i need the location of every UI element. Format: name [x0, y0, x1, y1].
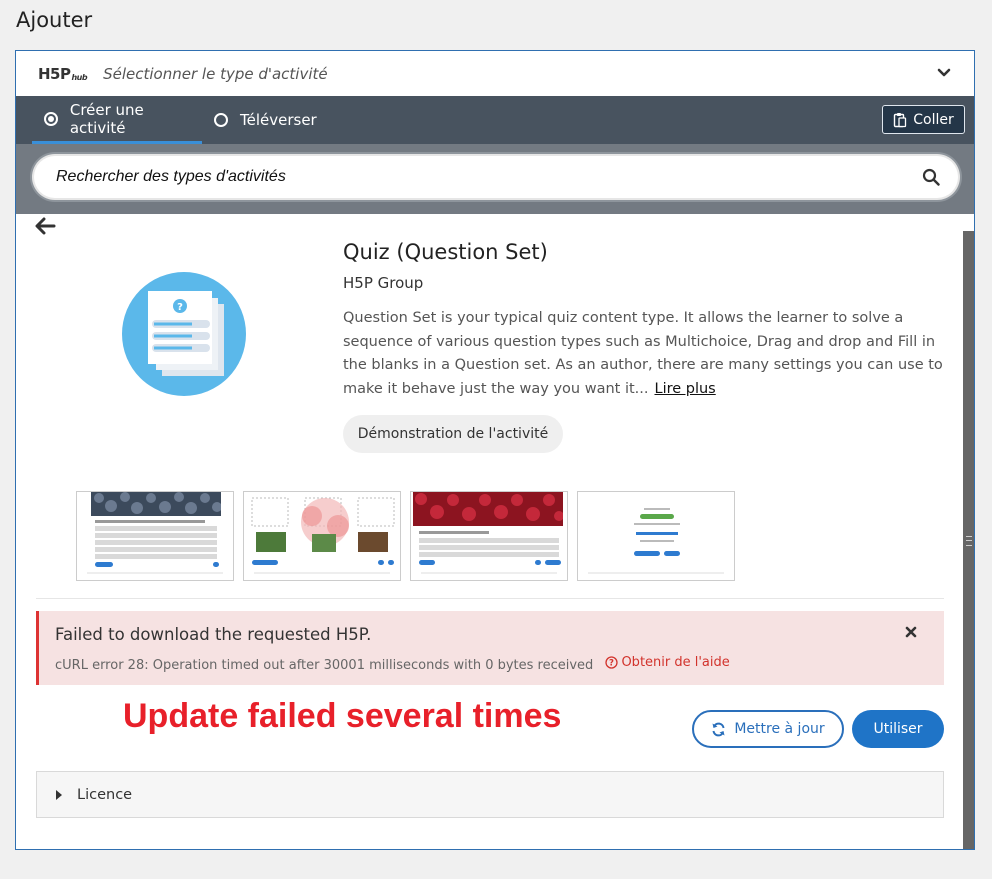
- search-box[interactable]: [34, 156, 958, 198]
- refresh-icon: [712, 722, 725, 736]
- tab-create-label: Créer une activité: [69, 100, 144, 137]
- error-message: Failed to download the requested H5P. cU…: [36, 611, 944, 685]
- update-button[interactable]: Mettre à jour: [692, 710, 844, 748]
- cranberries-image: [413, 492, 563, 526]
- close-icon[interactable]: [905, 626, 917, 638]
- error-details-text: cURL error 28: Operation timed out after…: [55, 658, 594, 673]
- search-area: [16, 144, 974, 214]
- caret-right-icon: [56, 789, 62, 800]
- hub-logo-text: H5P: [38, 64, 71, 83]
- update-failed-annotation: Update failed several times: [123, 697, 562, 735]
- search-input[interactable]: [56, 168, 896, 186]
- hub-title: Sélectionner le type d'activité: [103, 64, 328, 83]
- help-link-label: Obtenir de l'aide: [621, 655, 730, 670]
- clipboard-icon: [894, 112, 907, 127]
- use-button[interactable]: Utiliser: [852, 710, 944, 748]
- back-arrow-icon[interactable]: [34, 217, 56, 235]
- licence-panel[interactable]: Licence: [36, 771, 944, 818]
- screenshot-thumbnail[interactable]: [76, 491, 234, 581]
- content-type-detail: ? Quiz (Question Set) H5P Group Question…: [16, 214, 962, 849]
- update-button-label: Mettre à jour: [734, 721, 825, 737]
- tab-upload-label: Téléverser: [240, 111, 317, 129]
- hub-header[interactable]: H5P hub Sélectionner le type d'activité: [16, 51, 974, 96]
- content-type-description: Question Set is your typical quiz conten…: [343, 307, 943, 401]
- svg-text:?: ?: [609, 659, 614, 669]
- hub-logo-suffix: hub: [71, 72, 88, 82]
- paste-button[interactable]: Coller: [882, 105, 965, 134]
- search-icon[interactable]: [922, 168, 940, 186]
- page-title: Ajouter: [16, 8, 93, 32]
- help-link[interactable]: ? Obtenir de l'aide: [605, 655, 730, 670]
- tab-upload[interactable]: Téléverser: [214, 96, 354, 144]
- svg-text:?: ?: [177, 302, 183, 313]
- h5p-hub: H5P hub Sélectionner le type d'activité …: [15, 50, 975, 850]
- radio-empty-icon: [214, 113, 228, 127]
- content-type-title: Quiz (Question Set): [343, 240, 548, 264]
- screenshot-thumbnail[interactable]: [243, 491, 401, 581]
- question-circle-icon: ?: [605, 656, 619, 669]
- blueberries-image: [91, 492, 221, 516]
- content-type-owner: H5P Group: [343, 274, 424, 292]
- demo-button[interactable]: Démonstration de l'activité: [343, 415, 563, 453]
- screenshot-thumbnail[interactable]: [577, 491, 735, 581]
- radio-selected-icon: [44, 111, 58, 126]
- h5p-hub-logo: H5P hub: [38, 64, 88, 83]
- flowers-image: [251, 497, 395, 552]
- screenshot-thumbnail[interactable]: [410, 491, 568, 581]
- chevron-down-icon[interactable]: [936, 65, 952, 81]
- read-more-link[interactable]: Lire plus: [654, 381, 715, 397]
- tab-bar: Créer une activité Téléverser Coller: [16, 96, 974, 144]
- error-details: cURL error 28: Operation timed out after…: [55, 655, 730, 673]
- paste-button-label: Coller: [913, 111, 954, 128]
- scroll-grip-icon: [966, 536, 972, 546]
- error-title: Failed to download the requested H5P.: [55, 625, 372, 644]
- licence-label: Licence: [77, 786, 133, 803]
- question-set-icon: ?: [122, 272, 246, 396]
- divider: [36, 598, 944, 599]
- scrollbar[interactable]: [963, 231, 974, 849]
- description-text: Question Set is your typical quiz conten…: [343, 310, 943, 397]
- tab-create-content[interactable]: Créer une activité: [32, 96, 202, 144]
